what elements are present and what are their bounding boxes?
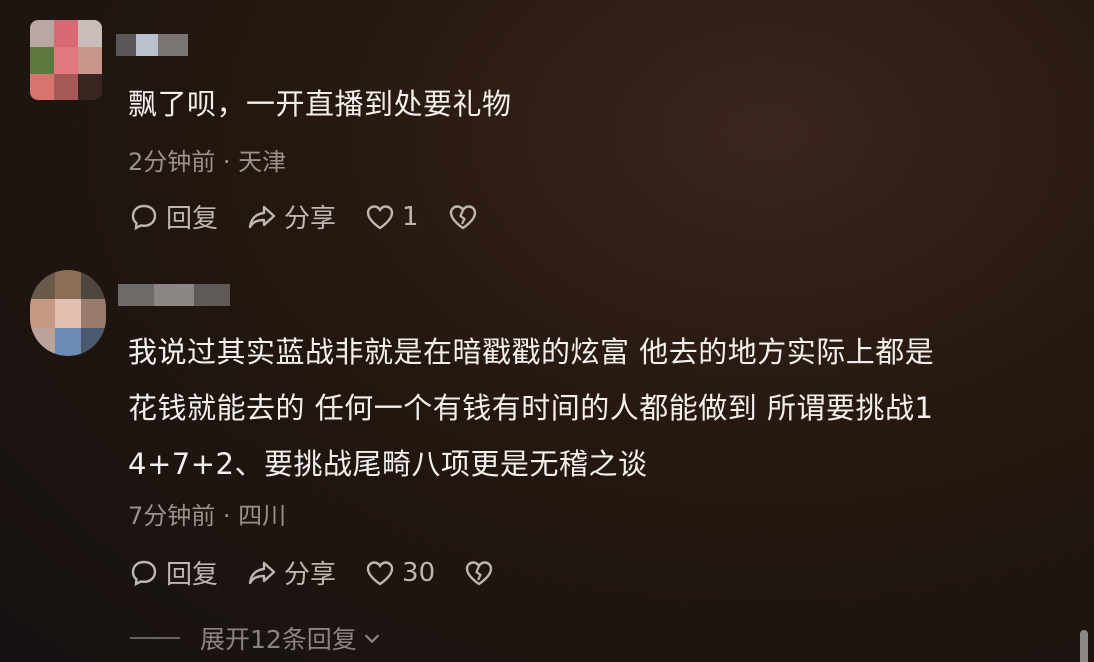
- heart-icon: [366, 560, 394, 585]
- reply-label: 回复: [166, 204, 219, 234]
- comment-actions: 回复 分享 1: [128, 198, 513, 235]
- dislike-button[interactable]: [463, 557, 501, 589]
- comment-bubble-icon: [131, 560, 157, 586]
- scrollbar[interactable]: [1080, 630, 1088, 662]
- broken-heart-icon: [465, 560, 493, 585]
- like-count: 1: [402, 201, 419, 232]
- expand-replies-button[interactable]: 展开12条回复: [130, 620, 383, 656]
- comment-text: 我说过其实蓝战非就是在暗戳戳的炫富 他去的地方实际上都是 花钱就能去的 任何一个…: [128, 335, 935, 481]
- comment-bubble-icon: [131, 204, 157, 230]
- reply-button[interactable]: 回复: [128, 198, 218, 235]
- username-blurred[interactable]: [116, 34, 188, 56]
- divider-line: [130, 637, 180, 639]
- heart-icon: [366, 204, 394, 229]
- broken-heart-icon: [449, 204, 476, 229]
- comment-thread: 飘了呗，一开直播到处要礼物 2分钟前 · 天津 回复 分享 1 我说过其实蓝战非…: [0, 0, 1094, 662]
- reply-button[interactable]: 回复: [128, 554, 218, 591]
- like-button[interactable]: 30: [364, 557, 435, 589]
- comment-meta: 2分钟前 · 天津: [128, 148, 287, 176]
- like-count: 30: [402, 557, 436, 588]
- like-button[interactable]: 1: [364, 201, 419, 233]
- share-arrow-icon: [248, 561, 276, 584]
- comment-text: 飘了呗，一开直播到处要礼物: [128, 87, 512, 121]
- share-label: 分享: [284, 560, 337, 590]
- share-label: 分享: [284, 204, 337, 234]
- reply-label: 回复: [166, 560, 219, 590]
- share-button[interactable]: 分享: [246, 554, 336, 591]
- expand-replies-label: 展开12条回复: [200, 625, 357, 654]
- share-arrow-icon: [248, 205, 276, 228]
- chevron-down-icon: [364, 634, 380, 644]
- comment-actions: 回复 分享 30: [128, 554, 529, 591]
- avatar[interactable]: [30, 20, 102, 100]
- comment-meta: 7分钟前 · 四川: [128, 502, 287, 530]
- avatar[interactable]: [30, 270, 106, 356]
- username-blurred[interactable]: [118, 284, 230, 306]
- dislike-button[interactable]: [447, 201, 485, 233]
- share-button[interactable]: 分享: [246, 198, 336, 235]
